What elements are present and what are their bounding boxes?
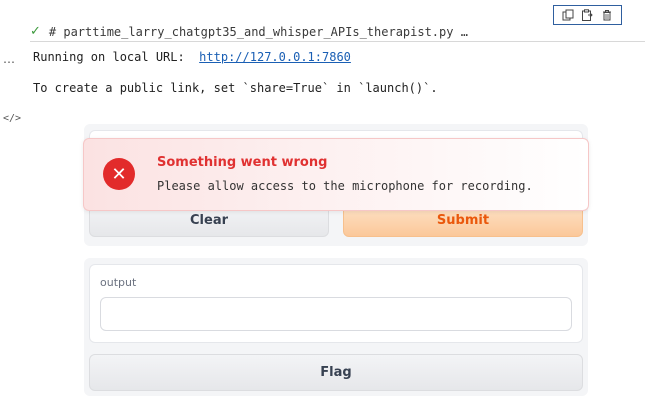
output-url-prefix: Running on local URL: <box>33 50 200 64</box>
error-toast: ✕ Something went wrong Please allow acce… <box>83 138 589 211</box>
check-icon: ✓ <box>30 24 41 39</box>
copy-icon[interactable] <box>561 8 575 22</box>
delete-icon[interactable] <box>600 8 614 22</box>
local-url-link[interactable]: http://127.0.0.1:7860 <box>199 50 351 64</box>
output-url-line: Running on local URL: http://127.0.0.1:7… <box>33 50 351 64</box>
output-textbox[interactable] <box>100 297 572 331</box>
cell-title: # parttime_larry_chatgpt35_and_whisper_A… <box>48 24 468 39</box>
toast-title: Something went wrong <box>157 155 328 170</box>
code-icon[interactable]: </> <box>3 113 21 124</box>
more-options-icon[interactable]: … <box>3 52 16 66</box>
output-label: output <box>100 276 137 289</box>
toast-message: Please allow access to the microphone fo… <box>157 179 533 193</box>
flag-button[interactable]: Flag <box>89 354 583 391</box>
cell-header[interactable]: ✓ # parttime_larry_chatgpt35_and_whisper… <box>30 22 645 42</box>
output-share-line: To create a public link, set `share=True… <box>33 81 438 95</box>
paste-icon[interactable] <box>580 8 594 22</box>
error-x-icon: ✕ <box>103 158 135 190</box>
